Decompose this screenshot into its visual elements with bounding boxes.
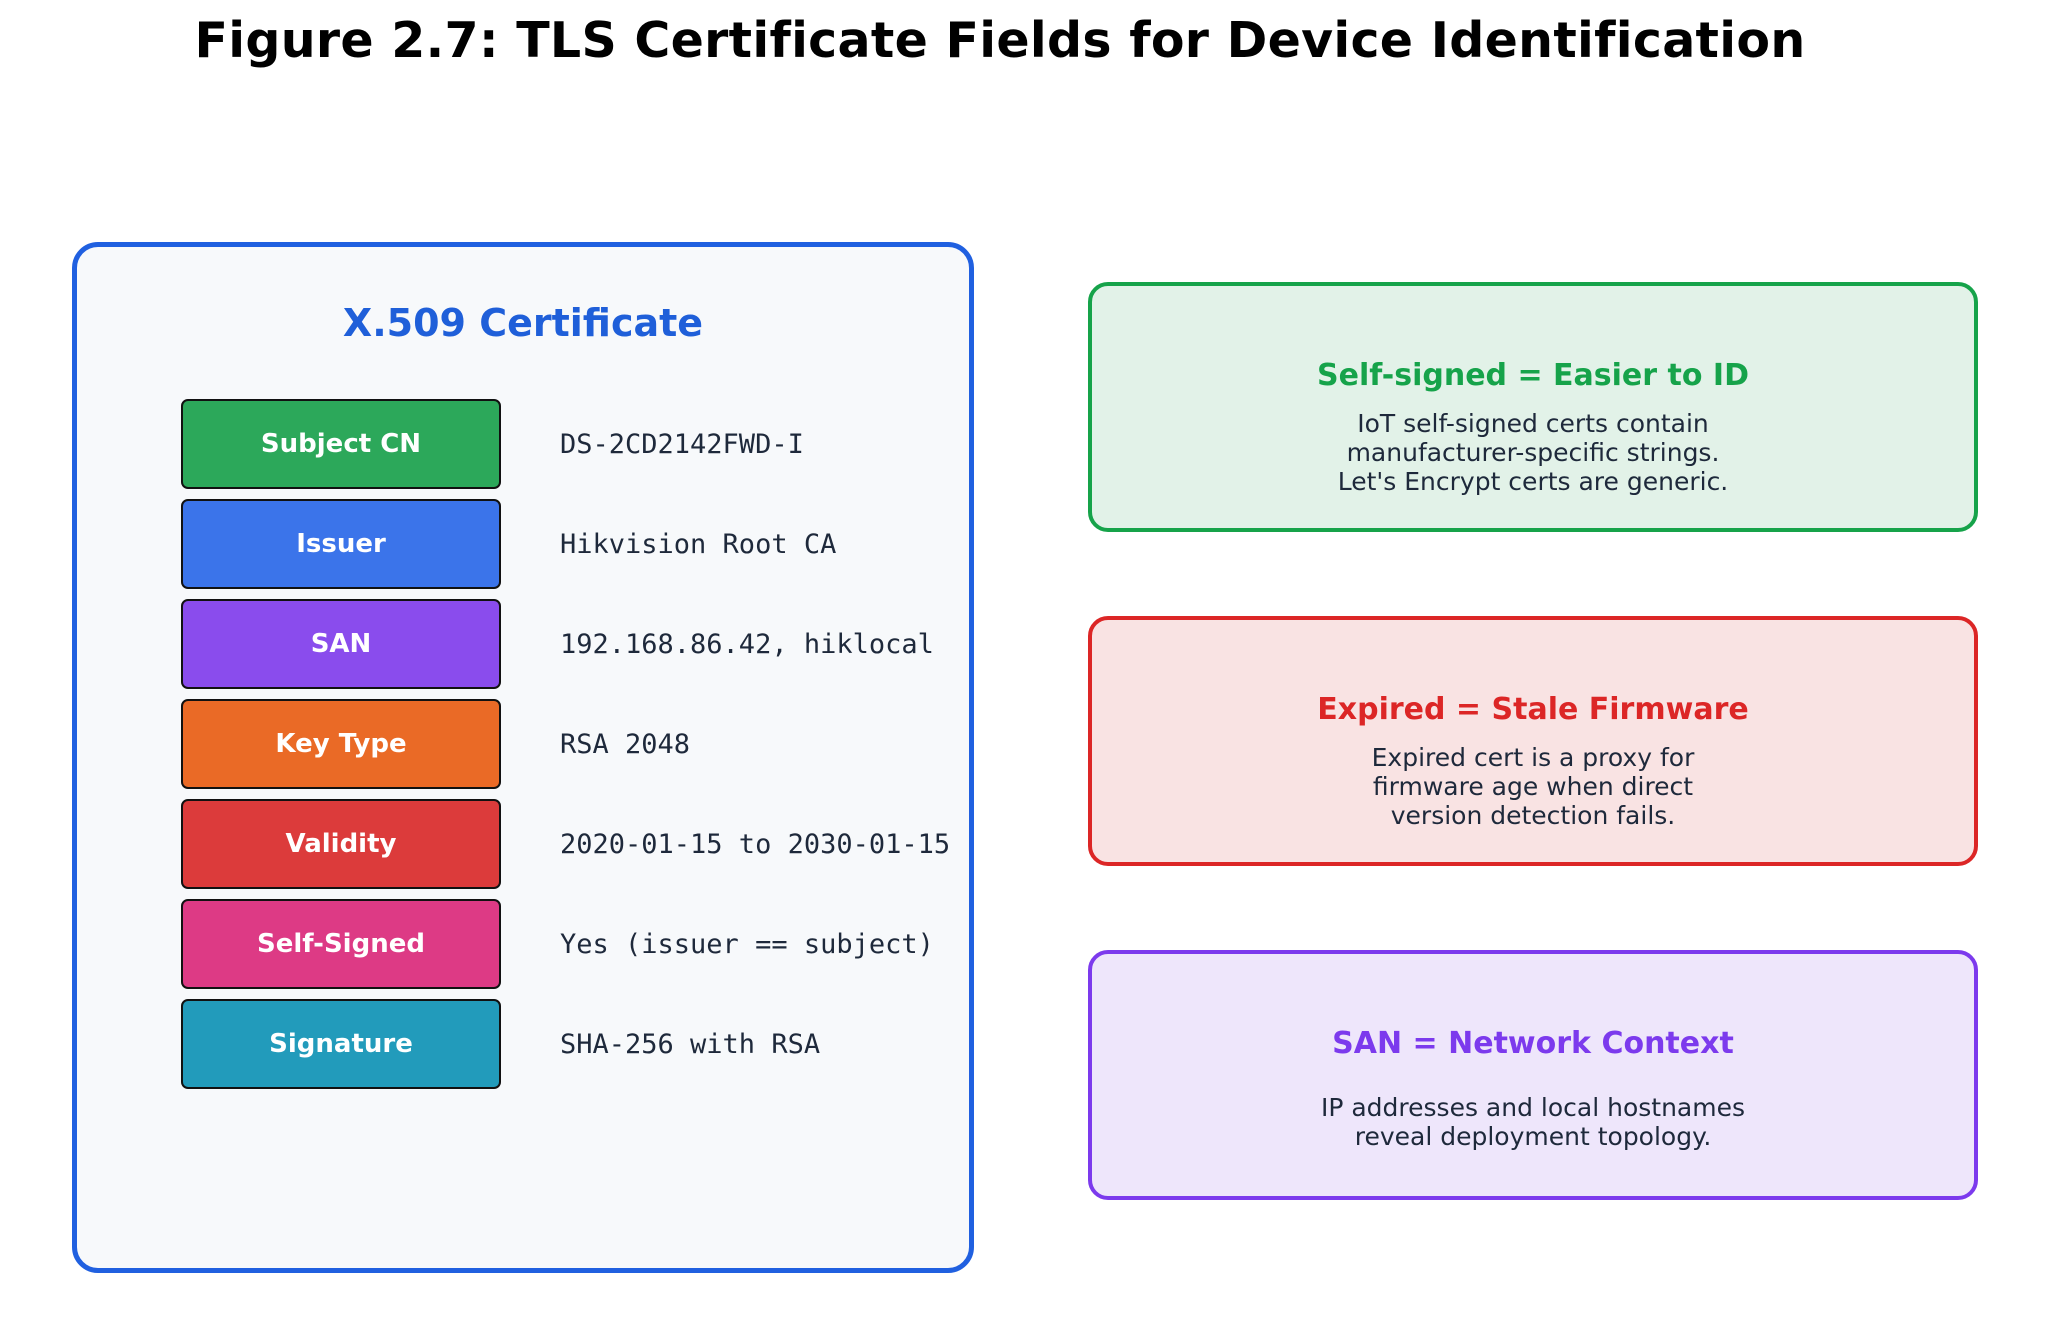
field-row-subject-cn: Subject CN DS-2CD2142FWD-I: [181, 399, 961, 489]
field-row-key-type: Key Type RSA 2048: [181, 699, 961, 789]
note-self-signed: Self-signed = Easier to ID IoT self-sign…: [1088, 282, 1978, 532]
field-value: Yes (issuer == subject): [560, 928, 934, 960]
field-row-issuer: Issuer Hikvision Root CA: [181, 499, 961, 589]
field-value: DS-2CD2142FWD-I: [560, 428, 804, 460]
field-row-san: SAN 192.168.86.42, hiklocal: [181, 599, 961, 689]
field-label: Validity: [181, 799, 501, 889]
note-line: Let's Encrypt certs are generic.: [1337, 467, 1729, 496]
field-label: Subject CN: [181, 399, 501, 489]
certificate-panel: X.509 Certificate Subject CN DS-2CD2142F…: [72, 242, 974, 1273]
field-value: 192.168.86.42, hiklocal: [560, 628, 934, 660]
note-line: IP addresses and local hostnames: [1320, 1093, 1746, 1122]
certificate-heading: X.509 Certificate: [342, 301, 704, 345]
note-line: manufacturer-specific strings.: [1346, 438, 1720, 467]
note-title: Self-signed = Easier to ID: [1317, 358, 1749, 393]
field-label: Key Type: [181, 699, 501, 789]
field-row-validity: Validity 2020-01-15 to 2030-01-15: [181, 799, 961, 889]
note-line: version detection fails.: [1390, 801, 1676, 830]
note-line: reveal deployment topology.: [1354, 1122, 1712, 1151]
note-line: IoT self-signed certs contain: [1357, 409, 1709, 438]
note-title: SAN = Network Context: [1332, 1026, 1734, 1061]
field-value: SHA-256 with RSA: [560, 1028, 821, 1060]
note-body: Expired cert is a proxy for firmware age…: [1092, 743, 1974, 830]
note-line: Expired cert is a proxy for: [1371, 743, 1695, 772]
field-label: Self-Signed: [181, 899, 501, 989]
note-line: firmware age when direct: [1372, 772, 1694, 801]
field-value: Hikvision Root CA: [560, 528, 837, 560]
field-row-signature: Signature SHA-256 with RSA: [181, 999, 961, 1089]
field-label: SAN: [181, 599, 501, 689]
note-expired: Expired = Stale Firmware Expired cert is…: [1088, 616, 1978, 866]
figure-title: Figure 2.7: TLS Certificate Fields for D…: [194, 12, 1806, 69]
note-title: Expired = Stale Firmware: [1317, 692, 1749, 727]
note-body: IP addresses and local hostnames reveal …: [1092, 1093, 1974, 1151]
note-san: SAN = Network Context IP addresses and l…: [1088, 950, 1978, 1200]
note-body: IoT self-signed certs contain manufactur…: [1092, 409, 1974, 496]
field-value: RSA 2048: [560, 728, 691, 760]
field-row-self-signed: Self-Signed Yes (issuer == subject): [181, 899, 961, 989]
field-value: 2020-01-15 to 2030-01-15: [560, 828, 951, 860]
field-label: Signature: [181, 999, 501, 1089]
field-label: Issuer: [181, 499, 501, 589]
